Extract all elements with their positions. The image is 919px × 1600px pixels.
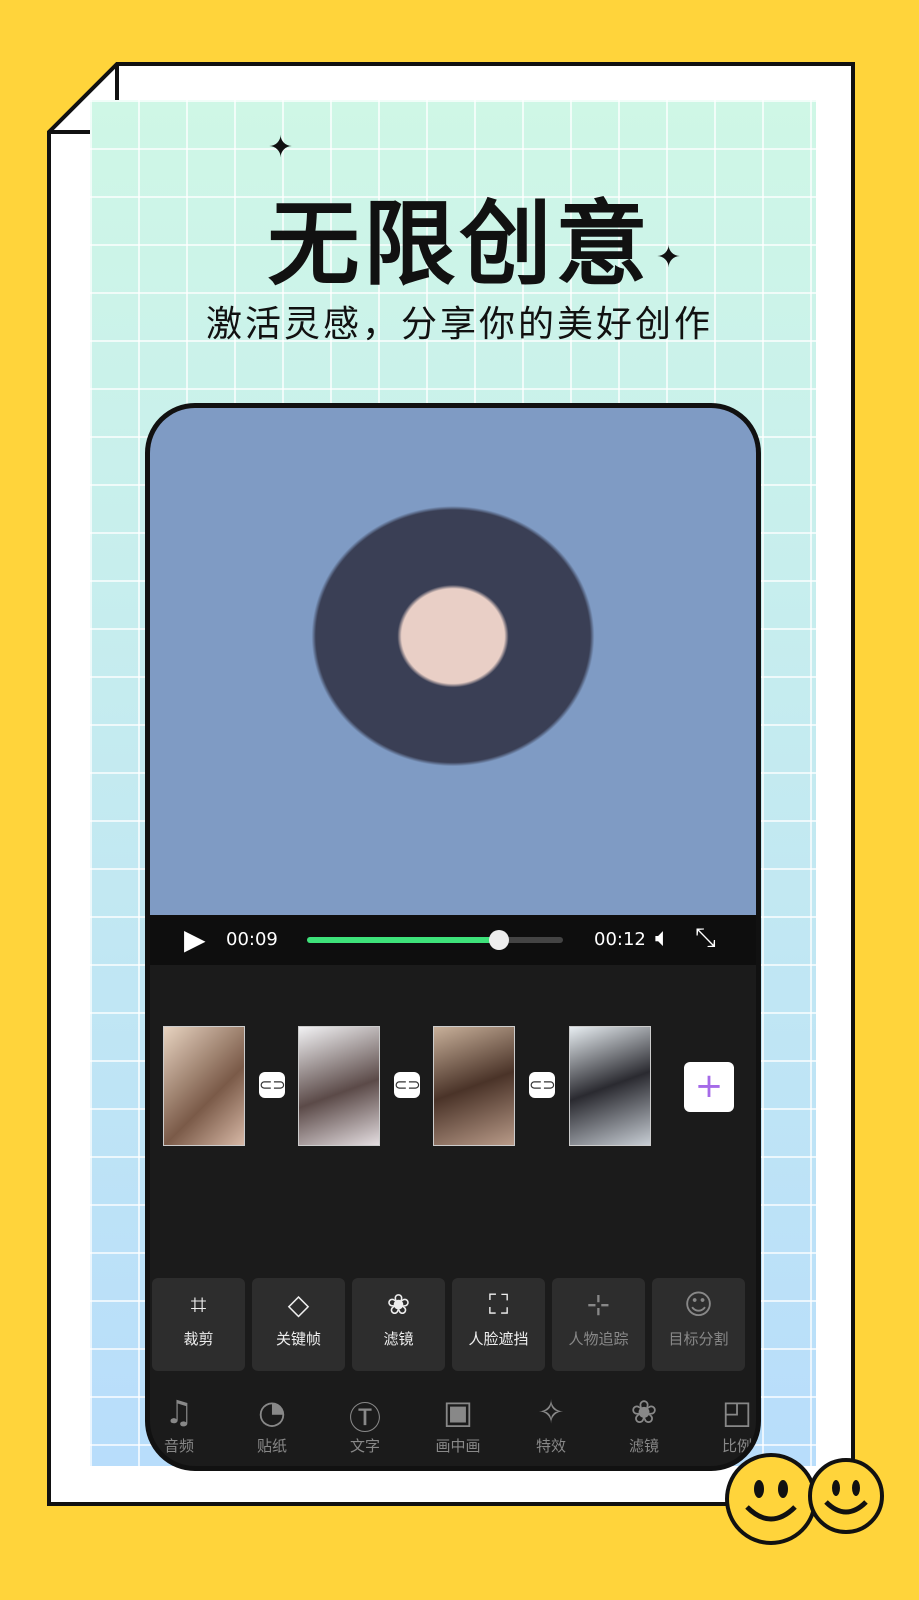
text-icon: Ⓣ <box>348 1399 381 1437</box>
face-mask-icon: ⛶ <box>488 1288 509 1321</box>
tool-label: 滤镜 <box>383 1330 414 1348</box>
nav-label: 画中画 <box>435 1437 481 1455</box>
tool-tracking[interactable]: ⊹ 人物追踪 <box>552 1278 645 1371</box>
filter-icon: ❀ <box>630 1393 658 1431</box>
headline: 无限创意 <box>267 191 652 298</box>
tool-label: 关键帧 <box>275 1330 321 1348</box>
tool-label: 裁剪 <box>183 1330 214 1348</box>
effects-icon: ✧ <box>537 1393 565 1431</box>
nav-pip[interactable]: ▣ 画中画 <box>423 1393 493 1456</box>
volume-icon[interactable]: 🔈︎ <box>655 923 671 954</box>
filter-icon: ❀ <box>386 1288 411 1321</box>
nav-ratio[interactable]: ◰ 比例 <box>702 1393 756 1456</box>
progress-slider[interactable] <box>307 930 563 950</box>
nav-label: 特效 <box>535 1437 566 1455</box>
video-preview[interactable] <box>150 408 756 915</box>
nav-text[interactable]: Ⓣ 文字 <box>330 1393 400 1456</box>
tool-filter[interactable]: ❀ 滤镜 <box>352 1278 445 1371</box>
clip-thumbnail[interactable] <box>163 1026 245 1146</box>
smiley-icon <box>725 1453 817 1545</box>
nav-label: 文字 <box>349 1437 380 1455</box>
play-icon[interactable]: ▶ <box>184 923 206 956</box>
subheadline: 激活灵感，分享你的美好创作 <box>205 304 713 345</box>
tool-segment[interactable]: ☺ 目标分割 <box>652 1278 745 1371</box>
nav-label: 滤镜 <box>628 1437 659 1455</box>
tool-keyframe[interactable]: ◇ 关键帧 <box>252 1278 345 1371</box>
sparkle-icon: ✦ <box>268 130 294 165</box>
nav-filter[interactable]: ❀ 滤镜 <box>609 1393 679 1456</box>
pip-icon: ▣ <box>442 1393 474 1431</box>
tracking-icon: ⊹ <box>586 1288 611 1321</box>
clip-thumbnail[interactable] <box>569 1026 651 1146</box>
music-icon: ♫ <box>164 1393 194 1431</box>
current-time: 00:09 <box>226 929 278 950</box>
keyframe-icon: ◇ <box>287 1288 310 1321</box>
tool-label: 目标分割 <box>668 1330 729 1348</box>
segment-icon: ☺ <box>683 1288 714 1321</box>
transition-link-icon[interactable]: ⊂⊃ <box>259 1072 286 1098</box>
transition-link-icon[interactable]: ⊂⊃ <box>529 1072 556 1098</box>
player-controls: ▶ 00:09 00:12 🔈︎ ⤡ <box>150 915 756 965</box>
nav-label: 比例 <box>721 1437 752 1455</box>
tool-label: 人脸遮挡 <box>468 1330 529 1348</box>
tool-crop[interactable]: ⌗ 裁剪 <box>152 1278 245 1371</box>
fullscreen-icon[interactable]: ⤡ <box>695 923 716 954</box>
nav-label: 贴纸 <box>256 1437 287 1455</box>
phone-mockup: ▶ 00:09 00:12 🔈︎ ⤡ ⊂⊃ ⊂⊃ ⊂⊃ + ⌗ 裁剪 ◇ 关键帧 ❀ 滤镜… <box>145 403 761 1471</box>
crop-icon: ⌗ <box>190 1288 207 1321</box>
add-clip-button[interactable]: + <box>684 1062 734 1112</box>
tool-label: 人物追踪 <box>568 1330 629 1348</box>
ratio-icon: ◰ <box>721 1393 753 1431</box>
nav-effects[interactable]: ✧ 特效 <box>516 1393 586 1456</box>
nav-sticker[interactable]: ◔ 贴纸 <box>237 1393 307 1456</box>
nav-music[interactable]: ♫ 音频 <box>150 1393 214 1456</box>
transition-link-icon[interactable]: ⊂⊃ <box>394 1072 421 1098</box>
total-time: 00:12 <box>594 929 646 950</box>
smiley-icon <box>808 1458 884 1534</box>
nav-label: 音频 <box>163 1437 194 1455</box>
clip-thumbnail[interactable] <box>298 1026 380 1146</box>
sticker-icon: ◔ <box>258 1393 286 1431</box>
tool-face-mask[interactable]: ⛶ 人脸遮挡 <box>452 1278 545 1371</box>
clip-thumbnail[interactable] <box>433 1026 515 1146</box>
